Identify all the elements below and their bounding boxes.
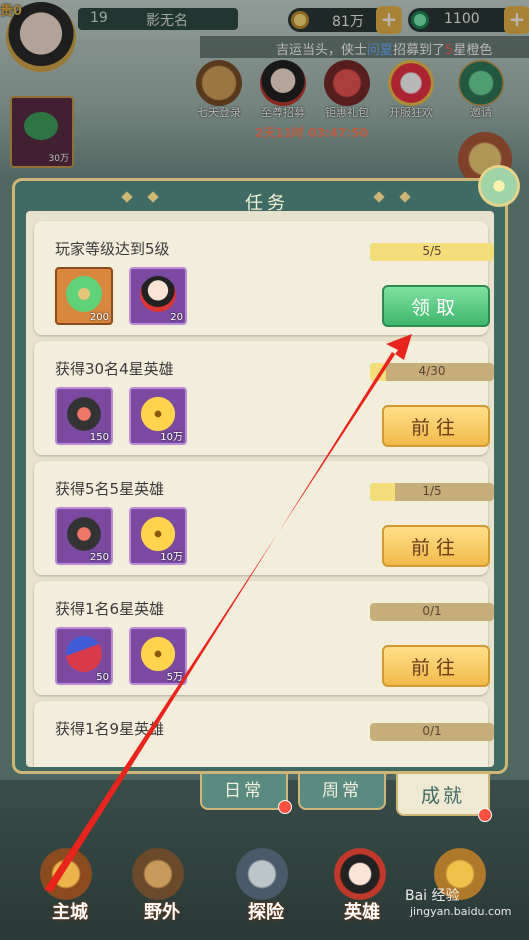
task-name: 获得1名9星英雄 <box>55 720 165 738</box>
hero-shard-icon <box>66 516 102 552</box>
reward-item[interactable]: 20 <box>129 267 187 325</box>
jade-icon <box>66 276 102 312</box>
go-button[interactable]: 前往 <box>382 645 490 687</box>
progress-text: 1/5 <box>422 484 442 498</box>
reward-item[interactable]: 150 <box>55 387 113 445</box>
coin-icon <box>140 636 176 672</box>
close-icon[interactable] <box>478 165 520 207</box>
task-row: 玩家等级达到5级 200 20 5/5 领取 <box>34 221 494 335</box>
task-row: 获得1名6星英雄 50 5万 0/1 前往 <box>34 581 494 695</box>
reward-qty: 250 <box>89 552 109 563</box>
reward-item[interactable]: 50 <box>55 627 113 685</box>
progress-text: 0/1 <box>422 604 442 618</box>
go-button[interactable]: 前往 <box>382 525 490 567</box>
tab-achievement[interactable]: 成就 <box>396 774 490 816</box>
reward-item[interactable]: 10万 <box>129 387 187 445</box>
task-progress: 0/1 <box>370 723 494 741</box>
nav-hero[interactable]: 英雄 <box>332 898 392 924</box>
hero-portrait-icon <box>140 276 176 312</box>
nav-wilderness[interactable]: 野外 <box>132 898 192 924</box>
coin-icon <box>140 396 176 432</box>
task-progress: 5/5 <box>370 243 494 261</box>
task-name: 获得1名6星英雄 <box>55 600 165 618</box>
title-ornament-left <box>121 191 133 203</box>
task-progress: 4/30 <box>370 363 494 381</box>
progress-text: 4/30 <box>418 364 446 378</box>
tab-weekly[interactable]: 周常 <box>298 774 386 810</box>
title-ornament-right <box>373 191 385 203</box>
notification-dot <box>478 808 492 822</box>
notification-dot <box>278 800 292 814</box>
nav-adventure[interactable]: 探险 <box>236 898 296 924</box>
task-list[interactable]: 玩家等级达到5级 200 20 5/5 领取 获得30名4星英雄 150 10万… <box>26 211 494 767</box>
adventure-icon[interactable] <box>232 844 292 904</box>
task-row: 获得1名9星英雄 0/1 <box>34 701 494 767</box>
task-progress: 1/5 <box>370 483 494 501</box>
watermark-logo: Bai 经验 <box>405 888 460 904</box>
reward-qty: 200 <box>89 312 109 323</box>
title-ornament-right2 <box>399 191 411 203</box>
reward-qty: 10万 <box>160 432 183 443</box>
claim-button[interactable]: 领取 <box>382 285 490 327</box>
red-envelope-icon <box>66 636 102 672</box>
task-name: 获得30名4星英雄 <box>55 360 174 378</box>
reward-qty: 5万 <box>166 672 183 683</box>
nav-city[interactable]: 主城 <box>40 898 100 924</box>
reward-item[interactable]: 5万 <box>129 627 187 685</box>
reward-qty: 20 <box>170 312 183 323</box>
task-panel: 任务 玩家等级达到5级 200 20 5/5 领取 获得30名4星英雄 150 … <box>12 178 508 774</box>
progress-text: 5/5 <box>422 244 442 258</box>
reward-qty: 150 <box>89 432 109 443</box>
reward-item[interactable]: 10万 <box>129 507 187 565</box>
progress-text: 0/1 <box>422 724 442 738</box>
city-icon[interactable] <box>36 844 96 904</box>
task-name: 玩家等级达到5级 <box>55 240 170 258</box>
go-button[interactable]: 前往 <box>382 405 490 447</box>
task-row: 获得5名5星英雄 250 10万 1/5 前往 <box>34 461 494 575</box>
task-name: 获得5名5星英雄 <box>55 480 165 498</box>
title-ornament-left2 <box>147 191 159 203</box>
wilderness-icon[interactable] <box>128 844 188 904</box>
reward-qty: 10万 <box>160 552 183 563</box>
hero-shard-icon <box>66 396 102 432</box>
watermark-url: jingyan.baidu.com <box>410 905 512 918</box>
reward-qty: 50 <box>96 672 109 683</box>
reward-item[interactable]: 200 <box>55 267 113 325</box>
coin-icon <box>140 516 176 552</box>
task-progress: 0/1 <box>370 603 494 621</box>
task-row: 获得30名4星英雄 150 10万 4/30 前往 <box>34 341 494 455</box>
reward-item[interactable]: 250 <box>55 507 113 565</box>
hero-icon[interactable] <box>330 844 390 904</box>
tab-daily[interactable]: 日常 <box>200 774 288 810</box>
